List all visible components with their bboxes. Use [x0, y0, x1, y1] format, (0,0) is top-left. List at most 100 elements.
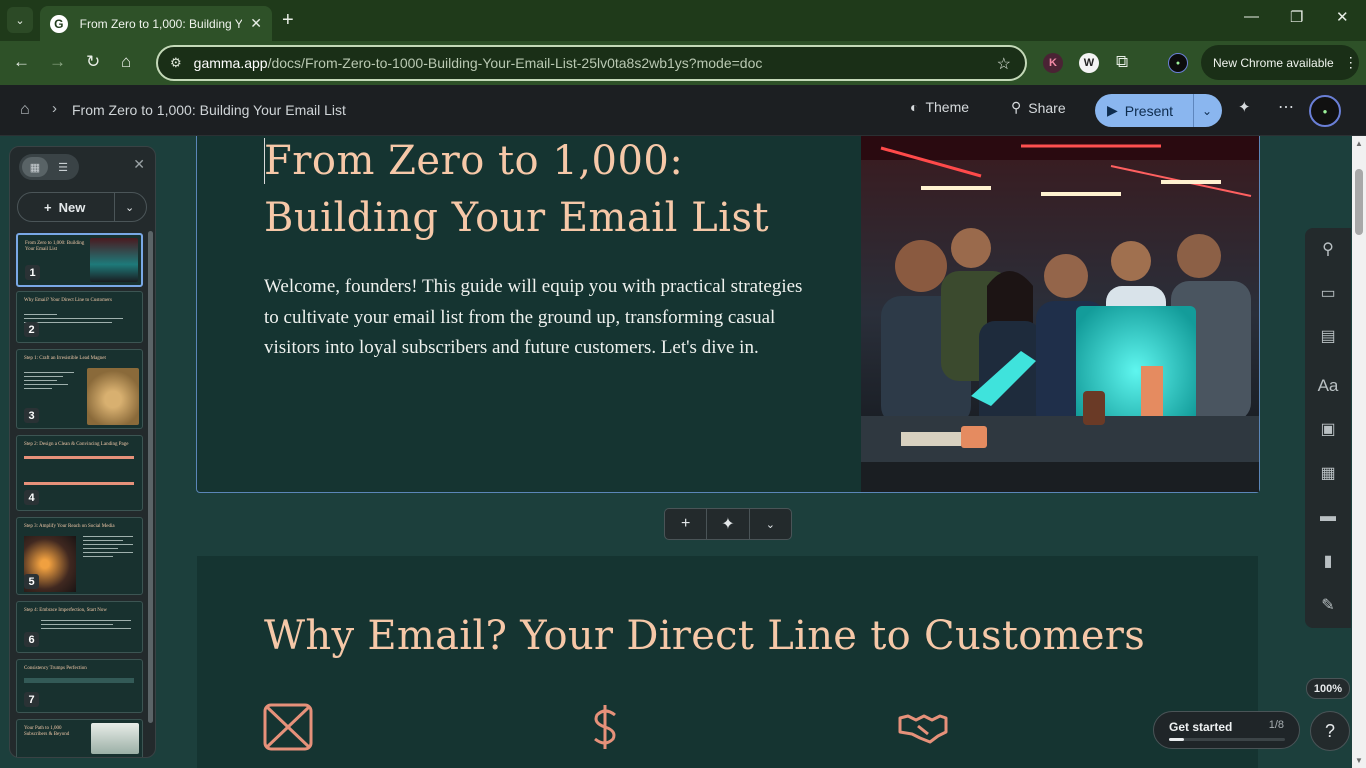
- get-started-progress: [1169, 738, 1285, 741]
- list-view-icon[interactable]: ☰: [50, 157, 76, 177]
- thumb-title: Why Email? Your Direct Line to Customers: [24, 298, 112, 303]
- layout-icon[interactable]: ▤: [1317, 325, 1339, 347]
- sidebar-close-icon[interactable]: ✕: [133, 156, 145, 173]
- zoom-level[interactable]: 100%: [1306, 678, 1350, 699]
- restore-button[interactable]: ❐: [1290, 8, 1303, 26]
- ai-generate-card-icon[interactable]: ✦: [707, 509, 750, 539]
- media-icon[interactable]: ▦: [1317, 462, 1339, 484]
- handshake-icon: [898, 714, 948, 744]
- reload-icon[interactable]: ↻: [86, 52, 100, 72]
- user-avatar[interactable]: ●: [1309, 95, 1341, 127]
- get-started-widget[interactable]: Get started 1/8: [1153, 711, 1300, 749]
- present-button[interactable]: ▶ Present ⌄: [1095, 94, 1222, 127]
- extension-w-icon[interactable]: W: [1079, 53, 1099, 73]
- present-main[interactable]: ▶ Present: [1095, 94, 1194, 127]
- add-card-plus-icon[interactable]: +: [665, 509, 708, 539]
- theme-button[interactable]: ◐ Theme: [910, 99, 969, 115]
- get-started-progress-fill: [1169, 738, 1184, 741]
- more-options-icon[interactable]: ⋯: [1278, 97, 1294, 117]
- palette-icon: ◐: [910, 99, 919, 115]
- thumb-title: Consistency Trumps Perfection: [24, 666, 87, 671]
- thumb-accent-bar: [24, 482, 134, 485]
- right-tool-rail: ⚲ ▭ ▤ Aa ▣ ▦ ▬ ▮ ✎: [1305, 228, 1351, 628]
- thumb-title: Step 2: Design a Clean & Convincing Land…: [24, 442, 129, 447]
- thumb-number: 2: [24, 322, 39, 337]
- theme-label: Theme: [925, 99, 970, 115]
- thumb-image: [87, 368, 139, 425]
- thumbnail-view-icon[interactable]: ▦: [22, 157, 48, 177]
- image-icon[interactable]: ▣: [1317, 418, 1339, 440]
- search-icon[interactable]: ⚲: [1317, 238, 1339, 260]
- new-card-button[interactable]: + New ⌄: [17, 192, 147, 222]
- browser-tab-strip: ⌄ G From Zero to 1,000: Building Yo ✕ + …: [0, 0, 1366, 41]
- new-dropdown-icon[interactable]: ⌄: [115, 201, 134, 214]
- sidebar-card-thumb[interactable]: Why Email? Your Direct Line to Customers…: [16, 291, 143, 343]
- new-card-main[interactable]: + New: [18, 193, 115, 221]
- site-info-icon[interactable]: ⚙: [170, 55, 182, 71]
- thumb-number: 5: [24, 574, 39, 589]
- thumb-number: 4: [24, 490, 39, 505]
- thumb-title: Step 1: Craft an Irresistible Lead Magne…: [24, 356, 106, 361]
- thumb-accent-bar: [24, 456, 134, 459]
- sidebar-card-thumb[interactable]: Step 4: Embrace Imperfection, Start Now …: [16, 601, 143, 653]
- sidebar-card-thumb[interactable]: Step 1: Craft an Irresistible Lead Magne…: [16, 349, 143, 429]
- chart-icon[interactable]: ▮: [1317, 550, 1339, 572]
- dollar-icon: [594, 705, 616, 749]
- scroll-up-icon[interactable]: ▲: [1355, 139, 1363, 148]
- sidebar-view-toggle: ▦ ☰: [19, 154, 79, 180]
- sidebar-card-thumb[interactable]: From Zero to 1,000: Building Your Email …: [16, 233, 143, 287]
- sidebar-scrollbar[interactable]: [148, 231, 153, 723]
- card-intro-text[interactable]: Welcome, founders! This guide will equip…: [264, 272, 819, 364]
- minimize-button[interactable]: —: [1244, 8, 1259, 25]
- more-menu-icon: ⋮: [1343, 54, 1358, 70]
- sidebar-card-thumb[interactable]: Consistency Trumps Perfection 7: [16, 659, 143, 713]
- add-card-icon[interactable]: ▭: [1317, 282, 1339, 304]
- get-started-count: 1/8: [1268, 719, 1284, 731]
- forward-icon[interactable]: →: [49, 52, 66, 72]
- home-icon[interactable]: ⌂: [121, 52, 131, 72]
- doc-title-breadcrumb[interactable]: From Zero to 1,000: Building Your Email …: [72, 102, 346, 118]
- page-scrollbar[interactable]: ▲ ▼: [1352, 136, 1366, 768]
- scrollbar-thumb[interactable]: [1355, 169, 1363, 235]
- close-window-button[interactable]: ✕: [1336, 8, 1349, 26]
- breadcrumb-chevron-icon: ›: [52, 100, 57, 117]
- gamma-home-icon[interactable]: ⌂: [20, 101, 30, 119]
- card-options-chevron-icon[interactable]: ⌄: [750, 509, 791, 539]
- share-button[interactable]: ⚲ Share: [1011, 99, 1066, 116]
- browser-toolbar: ← → ↻ ⌂ ⚙ gamma.app/docs/From-Zero-to-10…: [0, 41, 1366, 85]
- ai-sparkle-icon[interactable]: ✦: [1238, 98, 1251, 116]
- new-tab-button[interactable]: +: [282, 9, 294, 32]
- sidebar-card-thumb[interactable]: Step 2: Design a Clean & Convincing Land…: [16, 435, 143, 511]
- get-started-label: Get started: [1169, 720, 1233, 734]
- edit-icon[interactable]: ✎: [1317, 594, 1339, 616]
- sidebar-card-thumb[interactable]: Step 3: Amplify Your Reach on Social Med…: [16, 517, 143, 595]
- text-style-icon[interactable]: Aa: [1317, 375, 1339, 397]
- sidebar-card-thumb[interactable]: Your Path to 1,000 Subscribers & Beyond: [16, 719, 143, 757]
- thumb-image: [90, 238, 138, 282]
- address-bar[interactable]: ⚙ gamma.app/docs/From-Zero-to-1000-Build…: [156, 45, 1027, 81]
- back-icon[interactable]: ←: [13, 52, 30, 72]
- browser-tab-active[interactable]: G From Zero to 1,000: Building Yo ✕: [40, 6, 272, 41]
- plus-icon: +: [44, 199, 52, 215]
- profile-avatar-icon[interactable]: ●: [1168, 53, 1188, 73]
- thumb-text-lines: [24, 314, 134, 326]
- thumb-text-lines: [41, 620, 131, 632]
- hero-image-team-office[interactable]: [861, 136, 1259, 492]
- embed-icon[interactable]: ▬: [1317, 506, 1339, 528]
- new-label: New: [58, 199, 86, 215]
- card2-heading[interactable]: Why Email? Your Direct Line to Customers: [264, 608, 1164, 664]
- thumb-title: From Zero to 1,000: Building Your Email …: [25, 241, 85, 252]
- tab-close-icon[interactable]: ✕: [250, 15, 262, 32]
- bookmark-star-icon[interactable]: ☆: [997, 54, 1011, 74]
- help-button[interactable]: ?: [1310, 711, 1350, 751]
- extension-k-icon[interactable]: K: [1043, 53, 1063, 73]
- thumb-text-lines: [24, 372, 79, 392]
- tab-search-button[interactable]: ⌄: [7, 7, 33, 33]
- thumb-number: 7: [24, 692, 39, 707]
- url-text: gamma.app/docs/From-Zero-to-1000-Buildin…: [193, 55, 763, 71]
- scroll-down-icon[interactable]: ▼: [1355, 756, 1363, 765]
- card-heading[interactable]: From Zero to 1,000: Building Your Email …: [264, 133, 824, 247]
- chrome-update-button[interactable]: New Chrome available ⋮: [1201, 45, 1359, 80]
- extensions-puzzle-icon[interactable]: ⧉: [1116, 52, 1128, 72]
- present-dropdown-icon[interactable]: ⌄: [1194, 104, 1212, 118]
